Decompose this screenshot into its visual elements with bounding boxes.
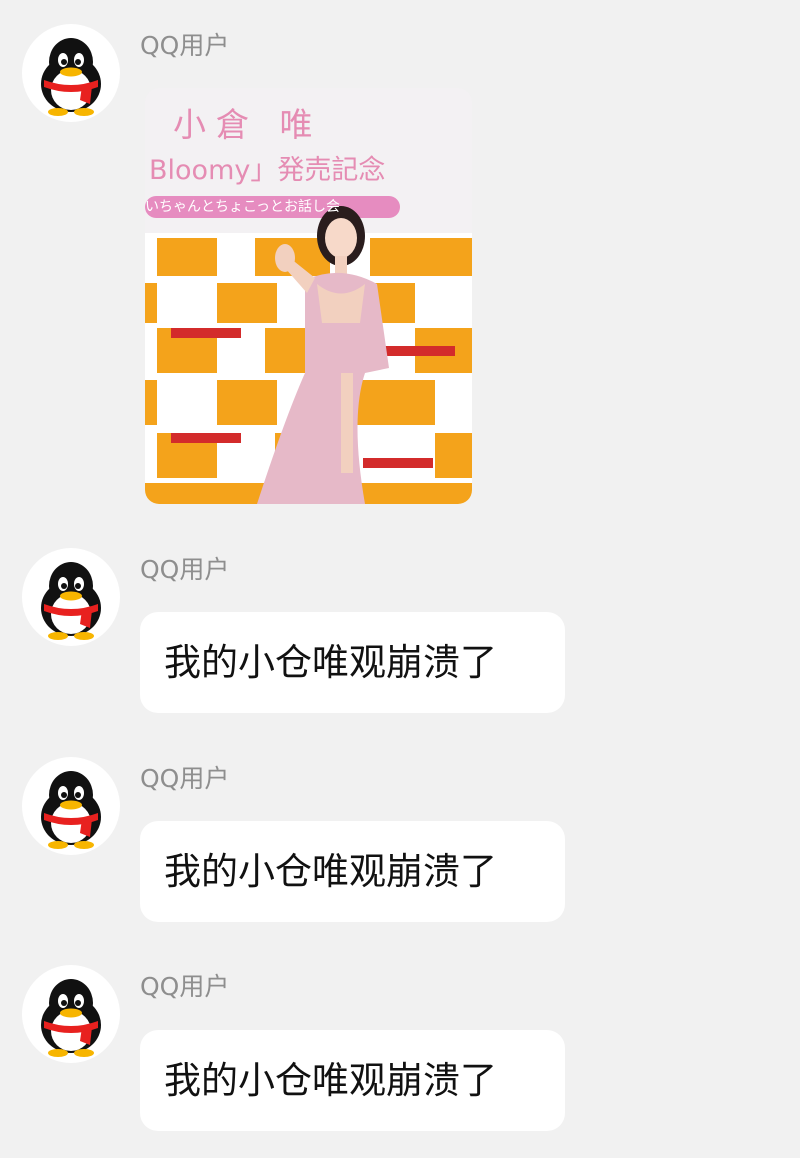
- sender-name: QQ用户: [140, 764, 230, 793]
- message-bubble[interactable]: 我的小仓唯观崩溃了: [140, 821, 565, 922]
- chat-message: QQ用户 小倉 唯 Bloomy」発売記念 いちゃんとちょこっとお話し会: [0, 0, 800, 530]
- image-caption-subtitle: Bloomy」発売記念: [149, 155, 386, 186]
- chat-message: QQ用户 我的小仓唯观崩溃了: [0, 948, 800, 1158]
- chat-view: QQ用户 小倉 唯 Bloomy」発売記念 いちゃんとちょこっとお話し会 QQ用…: [0, 0, 800, 1158]
- qq-penguin-icon[interactable]: [22, 24, 120, 122]
- message-bubble[interactable]: 我的小仓唯观崩溃了: [140, 612, 565, 713]
- sender-name: QQ用户: [140, 972, 230, 1001]
- shared-image[interactable]: 小倉 唯 Bloomy」発売記念 いちゃんとちょこっとお話し会: [145, 88, 472, 504]
- qq-penguin-icon[interactable]: [22, 757, 120, 855]
- qq-penguin-icon[interactable]: [22, 965, 120, 1063]
- chat-message: QQ用户 我的小仓唯观崩溃了: [0, 530, 800, 730]
- sender-name: QQ用户: [140, 555, 230, 584]
- image-caption-banner: いちゃんとちょこっとお話し会: [145, 199, 341, 215]
- image-caption-title: 小倉 唯: [173, 105, 323, 144]
- qq-penguin-icon[interactable]: [22, 548, 120, 646]
- chat-message: QQ用户 我的小仓唯观崩溃了: [0, 740, 800, 940]
- message-bubble[interactable]: 我的小仓唯观崩溃了: [140, 1030, 565, 1131]
- sender-name: QQ用户: [140, 31, 230, 60]
